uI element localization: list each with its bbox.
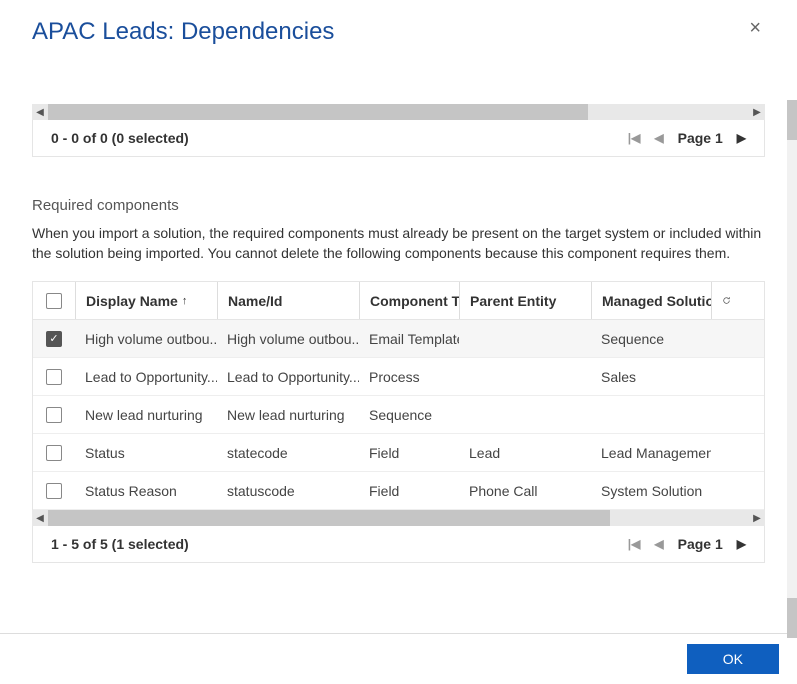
cell-managed-solution: Sequence [591,320,711,357]
cell-managed-solution: Lead Management [591,434,711,471]
scroll-right-icon[interactable]: ▶ [749,510,765,526]
row-checkbox[interactable] [46,407,62,423]
row-checkbox[interactable] [46,445,62,461]
cell-component-type: Sequence [359,396,459,433]
cell-component-type: Email Template [359,320,459,357]
header-managed-solution[interactable]: Managed Solution [591,282,711,319]
row-checkbox[interactable]: ✓ [46,331,62,347]
content-vscrollbar[interactable] [787,100,797,638]
vscroll-thumb-bottom[interactable] [787,598,797,638]
cell-display-name: Lead to Opportunity... [75,358,217,395]
grid-body: ✓ High volume outbou...High volume outbou… [33,320,764,510]
cell-display-name: High volume outbou... [75,320,217,357]
row-checkbox-cell[interactable]: ✓ [33,320,75,357]
dialog-footer: OK [0,633,797,684]
bottom-pager: 1 - 5 of 5 (1 selected) |◀ ◀ Page 1 ▶ [32,526,765,563]
cell-parent-entity [459,320,591,357]
prev-page-icon[interactable]: ◀ [654,537,663,551]
table-row[interactable]: StatusstatecodeFieldLeadLead Management [33,434,764,472]
top-hscrollbar[interactable]: ◀ ▶ [32,104,765,120]
next-page-icon[interactable]: ▶ [737,131,746,145]
cell-parent-entity: Lead [459,434,591,471]
refresh-icon[interactable] [711,282,741,319]
next-page-icon[interactable]: ▶ [737,537,746,551]
cell-parent-entity: Phone Call [459,472,591,509]
row-checkbox[interactable] [46,369,62,385]
cell-parent-entity [459,358,591,395]
row-checkbox[interactable] [46,483,62,499]
cell-component-type: Process [359,358,459,395]
row-checkbox-cell[interactable] [33,358,75,395]
scroll-left-icon[interactable]: ◀ [32,104,48,120]
ok-button[interactable]: OK [687,644,779,674]
top-pager: 0 - 0 of 0 (0 selected) |◀ ◀ Page 1 ▶ [32,120,765,157]
top-pager-range: 0 - 0 of 0 (0 selected) [51,130,189,146]
cell-display-name: New lead nurturing [75,396,217,433]
vscroll-thumb-top[interactable] [787,100,797,140]
scroll-thumb[interactable] [48,510,610,526]
cell-name-id: High volume outbou... [217,320,359,357]
bottom-pager-page: Page 1 [678,536,723,552]
cell-parent-entity [459,396,591,433]
scroll-left-icon[interactable]: ◀ [32,510,48,526]
dependencies-dialog: APAC Leads: Dependencies × ◀ ▶ 0 - 0 of … [0,0,797,684]
top-pager-page: Page 1 [678,130,723,146]
cell-managed-solution: Sales [591,358,711,395]
cell-component-type: Field [359,472,459,509]
cell-display-name: Status [75,434,217,471]
cell-display-name: Status Reason [75,472,217,509]
first-page-icon[interactable]: |◀ [628,537,641,551]
table-row[interactable]: Status ReasonstatuscodeFieldPhone CallSy… [33,472,764,510]
row-checkbox-cell[interactable] [33,434,75,471]
dialog-header: APAC Leads: Dependencies × [0,0,797,46]
header-display-name-label: Display Name [86,293,178,309]
required-components-grid: Display Name ↑ Name/Id Component T... Pa… [32,281,765,510]
bottom-hscrollbar[interactable]: ◀ ▶ [32,510,765,526]
header-display-name[interactable]: Display Name ↑ [75,282,217,319]
scroll-thumb[interactable] [48,104,588,120]
header-name-id[interactable]: Name/Id [217,282,359,319]
cell-name-id: Lead to Opportunity... [217,358,359,395]
header-checkbox-cell[interactable] [33,282,75,319]
required-components-description: When you import a solution, the required… [32,224,765,263]
scroll-right-icon[interactable]: ▶ [749,104,765,120]
cell-name-id: statuscode [217,472,359,509]
grid-header-row: Display Name ↑ Name/Id Component T... Pa… [33,282,764,320]
prev-page-icon[interactable]: ◀ [654,131,663,145]
table-row[interactable]: ✓ High volume outbou...High volume outbou… [33,320,764,358]
cell-managed-solution: System Solution [591,472,711,509]
cell-name-id: New lead nurturing [217,396,359,433]
required-components-title: Required components [32,197,765,214]
header-component-type[interactable]: Component T... [359,282,459,319]
row-checkbox-cell[interactable] [33,396,75,433]
cell-managed-solution [591,396,711,433]
dialog-title: APAC Leads: Dependencies [32,18,334,46]
cell-name-id: statecode [217,434,359,471]
sort-asc-icon: ↑ [182,295,188,307]
dialog-content: ◀ ▶ 0 - 0 of 0 (0 selected) |◀ ◀ Page 1 … [0,46,797,633]
cell-component-type: Field [359,434,459,471]
select-all-checkbox[interactable] [46,293,62,309]
header-parent-entity[interactable]: Parent Entity [459,282,591,319]
row-checkbox-cell[interactable] [33,472,75,509]
bottom-pager-range: 1 - 5 of 5 (1 selected) [51,536,189,552]
table-row[interactable]: New lead nurturingNew lead nurturingSequ… [33,396,764,434]
close-icon[interactable]: × [745,18,765,38]
table-row[interactable]: Lead to Opportunity...Lead to Opportunit… [33,358,764,396]
first-page-icon[interactable]: |◀ [628,131,641,145]
